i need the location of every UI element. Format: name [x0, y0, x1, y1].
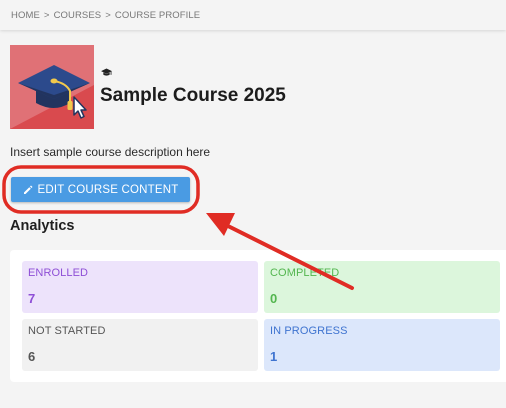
arrow-head — [206, 213, 235, 236]
stat-label-completed: COMPLETED — [270, 267, 340, 279]
breadcrumb-home[interactable]: HOME — [11, 10, 40, 21]
analytics-heading: Analytics — [10, 218, 75, 234]
stat-label-enrolled: ENROLLED — [28, 267, 89, 279]
stat-label-in-progress: IN PROGRESS — [270, 325, 348, 337]
breadcrumb-current: COURSE PROFILE — [114, 10, 201, 21]
graduation-cap-icon — [101, 68, 112, 76]
breadcrumb: HOME > COURSES > COURSE PROFILE — [11, 10, 200, 21]
stat-card-not-started: NOT STARTED 6 — [22, 319, 258, 371]
course-description: Insert sample course description here — [10, 145, 211, 159]
course-thumbnail — [10, 45, 94, 129]
top-bar: HOME > COURSES > COURSE PROFILE — [0, 0, 506, 30]
pencil-icon — [23, 185, 33, 194]
stat-value-completed: 0 — [270, 291, 278, 306]
stat-value-in-progress: 1 — [270, 349, 278, 364]
stat-label-not-started: NOT STARTED — [28, 325, 106, 337]
stat-card-completed: COMPLETED 0 — [264, 261, 500, 313]
analytics-panel: ENROLLED 7 COMPLETED 0 NOT STARTED 6 IN … — [10, 250, 506, 382]
edit-course-content-button[interactable]: EDIT COURSE CONTENT — [11, 177, 190, 202]
course-title: Sample Course 2025 — [100, 85, 286, 106]
stat-value-enrolled: 7 — [28, 291, 36, 306]
breadcrumb-separator: > — [105, 10, 111, 21]
stat-card-enrolled: ENROLLED 7 — [22, 261, 258, 313]
breadcrumb-separator: > — [43, 10, 50, 21]
edit-course-content-label: EDIT COURSE CONTENT — [37, 183, 179, 196]
graduation-cap-cursor-icon — [10, 45, 94, 129]
breadcrumb-courses[interactable]: COURSES — [54, 10, 102, 21]
stat-card-in-progress: IN PROGRESS 1 — [264, 319, 500, 371]
stat-value-not-started: 6 — [28, 349, 36, 364]
